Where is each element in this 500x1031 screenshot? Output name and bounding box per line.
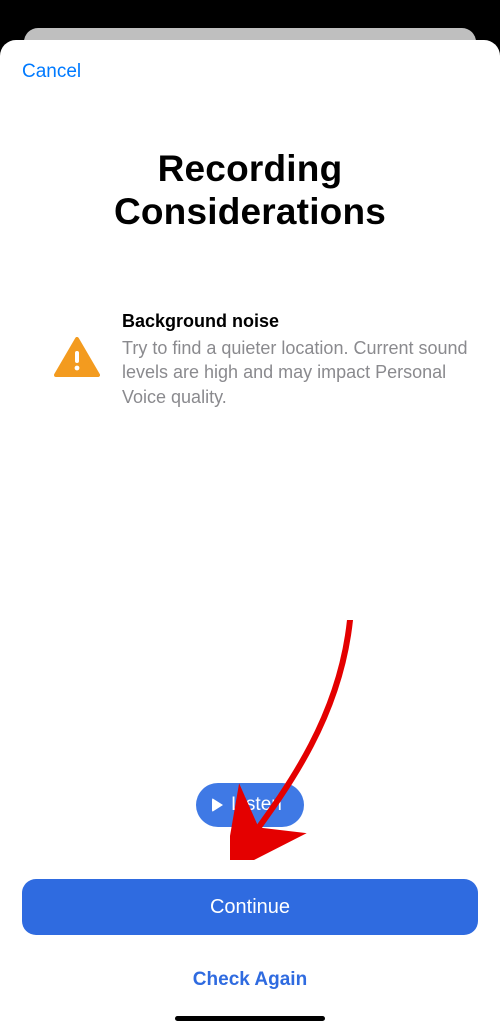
consideration-heading: Background noise xyxy=(122,311,472,332)
modal-sheet: Cancel Recording Considerations Backgrou… xyxy=(0,40,500,1031)
continue-button[interactable]: Continue xyxy=(22,879,478,935)
nav-bar: Cancel xyxy=(22,40,478,104)
play-icon xyxy=(212,798,223,812)
home-indicator[interactable] xyxy=(175,1016,325,1021)
recording-consideration-item: Background noise Try to find a quieter l… xyxy=(22,311,478,409)
page-title: Recording Considerations xyxy=(22,148,478,233)
title-line-2: Considerations xyxy=(114,191,386,232)
listen-label: Listen xyxy=(231,794,282,816)
warning-icon xyxy=(54,337,100,377)
listen-row: Listen xyxy=(22,783,478,827)
consideration-body: Try to find a quieter location. Current … xyxy=(122,336,472,409)
listen-button[interactable]: Listen xyxy=(196,783,304,827)
title-line-1: Recording xyxy=(158,148,343,189)
cancel-button[interactable]: Cancel xyxy=(22,57,81,87)
flex-spacer xyxy=(22,409,478,783)
consideration-text: Background noise Try to find a quieter l… xyxy=(122,311,472,409)
